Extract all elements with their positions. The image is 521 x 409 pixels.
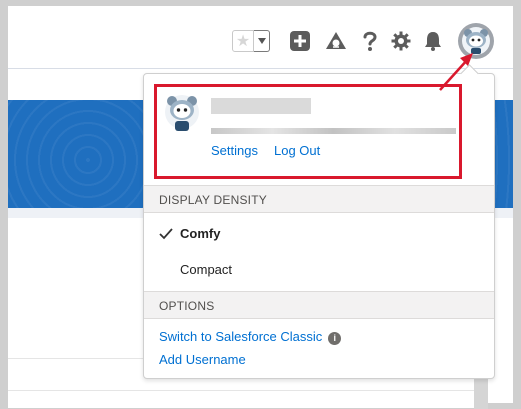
annotation-arrow — [439, 53, 473, 91]
screenshot-frame: ★ Settings Log Out DISPLAY DENSITY Comfy… — [0, 0, 521, 409]
